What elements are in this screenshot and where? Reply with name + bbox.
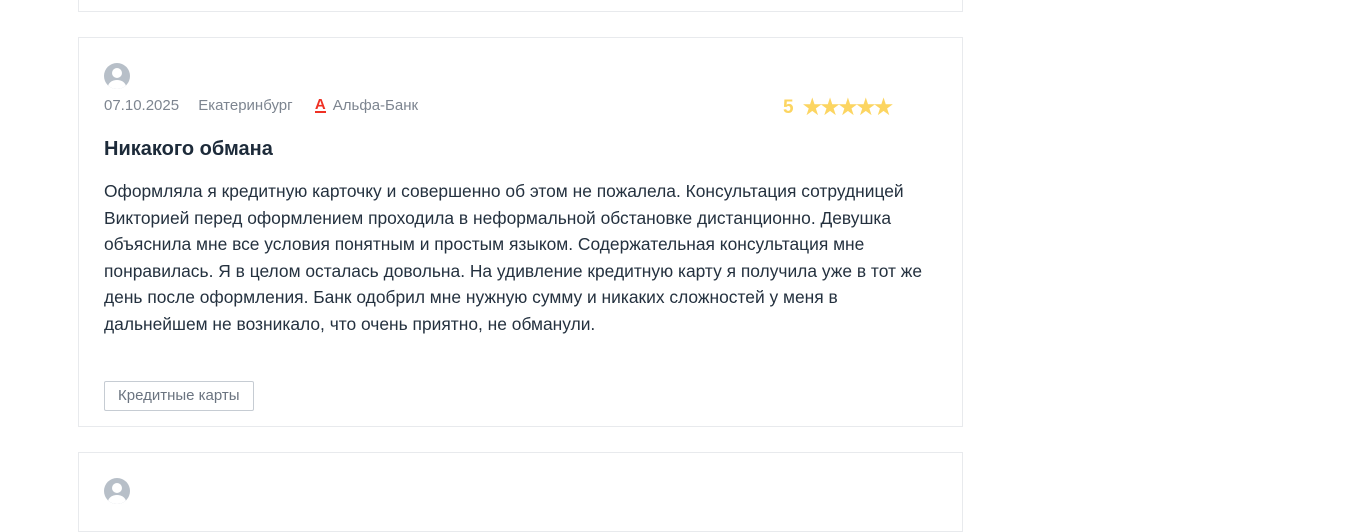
alfa-bank-logo-icon: А — [314, 96, 326, 113]
review-city: Екатеринбург — [198, 97, 293, 114]
user-avatar-icon — [104, 478, 130, 504]
review-date: 07.10.2025 — [104, 97, 180, 114]
previous-review-card — [78, 0, 963, 12]
next-review-card — [78, 452, 963, 532]
rating-value: 5 — [783, 97, 794, 118]
bank-name: Альфа-Банк — [332, 97, 419, 114]
bank-link[interactable]: А Альфа-Банк — [314, 96, 419, 114]
review-card: 07.10.2025 Екатеринбург А Альфа-Банк 5 ★★… — [78, 37, 963, 427]
review-meta: 07.10.2025 Екатеринбург А Альфа-Банк — [104, 97, 418, 114]
review-title: Никакого обмана — [104, 138, 273, 160]
category-tag-button[interactable]: Кредитные карты — [104, 381, 254, 411]
user-avatar-icon — [104, 63, 130, 89]
review-rating: 5 ★★★★★ — [783, 95, 893, 120]
review-text: Оформляла я кредитную карточку и соверше… — [104, 181, 923, 334]
star-icon: ★★★★★ — [802, 96, 893, 119]
